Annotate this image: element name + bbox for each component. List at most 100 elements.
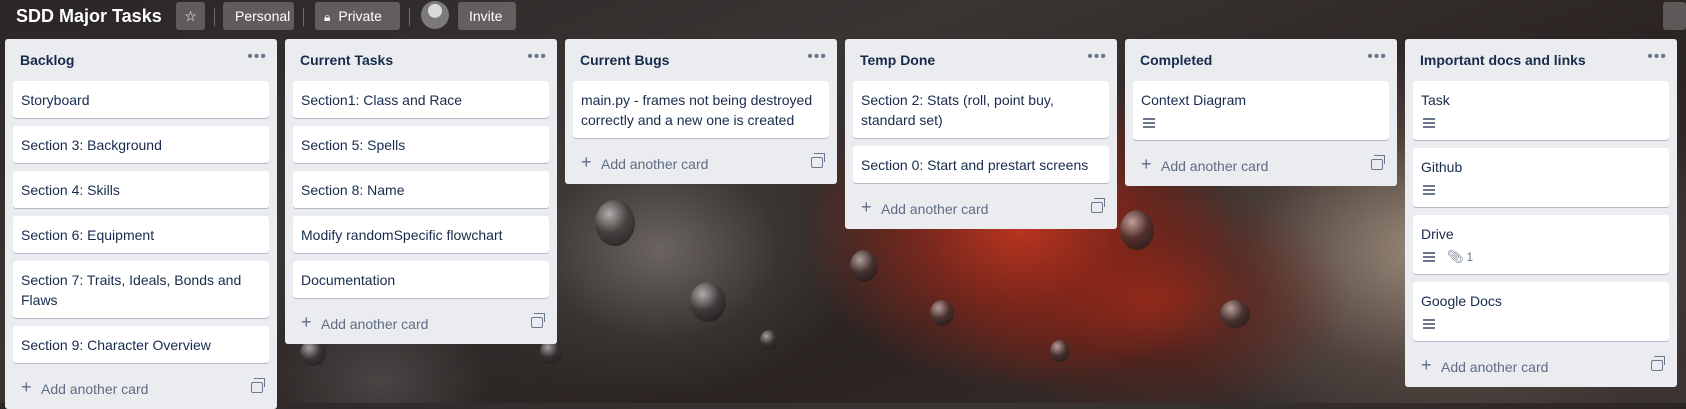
add-card-button[interactable]: + Add another card [573,146,829,184]
board-header: SDD Major Tasks ☆ Personal 🔒︎ Private Inv… [0,0,1686,34]
list-temp-done: Temp Done ••• Section 2: Stats (roll, po… [845,39,1117,229]
card[interactable]: Section 4: Skills [13,171,269,208]
more-options-icon[interactable]: ••• [1367,48,1387,66]
card-title: Modify randomSpecific flowchart [301,227,503,243]
list-title[interactable]: Completed [1140,52,1212,68]
add-card-button[interactable]: + Add another card [293,306,549,344]
invite-label: Invite [469,8,503,24]
card-title: Github [1421,159,1463,175]
list-title[interactable]: Backlog [20,52,74,68]
card[interactable]: Section1: Class and Race [293,81,549,118]
star-icon: ☆ [184,8,197,24]
header-divider [214,8,215,26]
list-important-docs: Important docs and links ••• Task Github… [1405,39,1677,387]
add-card-label: Add another card [1161,158,1269,174]
card[interactable]: Section 6: Equipment [13,216,269,253]
card[interactable]: Google Docs [1413,282,1669,341]
card-title: main.py - frames not being destroyed cor… [581,92,813,128]
card-title: Section 0: Start and prestart screens [861,157,1089,173]
card-template-icon[interactable] [1651,356,1665,371]
card-title: Section 2: Stats (roll, point buy, stand… [861,92,1054,128]
description-icon [1423,252,1435,262]
card[interactable]: main.py - frames not being destroyed cor… [573,81,829,138]
star-button[interactable]: ☆ [176,2,205,30]
list-title[interactable]: Current Tasks [300,52,393,68]
card[interactable]: Section 9: Character Overview [13,326,269,363]
card[interactable]: Section 2: Stats (roll, point buy, stand… [853,81,1109,138]
add-card-button[interactable]: + Add another card [13,371,269,409]
add-card-button[interactable]: + Add another card [853,191,1109,229]
card-title: Section1: Class and Race [301,92,463,108]
card[interactable]: Modify randomSpecific flowchart [293,216,549,253]
member-avatar[interactable] [421,1,449,29]
add-card-label: Add another card [601,156,709,172]
plus-icon: + [861,197,872,217]
list-completed: Completed ••• Context Diagram + Add anot… [1125,39,1397,186]
more-options-icon[interactable]: ••• [247,48,267,66]
add-card-button[interactable]: + Add another card [1413,349,1669,387]
card[interactable]: Context Diagram [1133,81,1389,140]
more-options-icon[interactable]: ••• [1087,48,1107,66]
card[interactable]: Section 3: Background [13,126,269,163]
card-title: Google Docs [1421,293,1502,309]
card-title: Documentation [301,272,396,288]
card[interactable]: Section 8: Name [293,171,549,208]
attachment-icon: 📎︎ [1447,249,1464,264]
more-options-icon[interactable]: ••• [527,48,547,66]
card[interactable]: Drive 📎︎ 1 [1413,215,1669,274]
plus-icon: + [1421,355,1432,375]
card-title: Storyboard [21,92,90,108]
description-icon [1143,118,1155,128]
card-template-icon[interactable] [251,378,265,393]
card-title: Section 3: Background [21,137,162,153]
card-template-icon[interactable] [1371,155,1385,170]
card-template-icon[interactable] [1091,198,1105,213]
list-title[interactable]: Current Bugs [580,52,669,68]
plus-icon: + [581,152,592,172]
add-card-label: Add another card [1441,359,1549,375]
card[interactable]: Github [1413,148,1669,207]
plus-icon: + [1141,154,1152,174]
more-options-icon[interactable]: ••• [1647,48,1667,66]
plus-icon: + [21,377,32,397]
description-icon [1423,319,1435,329]
list-current-tasks: Current Tasks ••• Section1: Class and Ra… [285,39,557,344]
card[interactable]: Task [1413,81,1669,140]
board-title[interactable]: SDD Major Tasks [16,3,162,29]
card-title: Section 9: Character Overview [21,337,211,353]
privacy-button[interactable]: 🔒︎ Private [315,2,400,30]
header-divider [303,8,304,26]
attachment-count: 1 [1466,250,1474,264]
description-icon [1423,118,1435,128]
add-card-label: Add another card [321,316,429,332]
list-title[interactable]: Important docs and links [1420,52,1586,68]
card-template-icon[interactable] [531,313,545,328]
card[interactable]: Documentation [293,261,549,298]
card-title: Section 4: Skills [21,182,120,198]
card-title: Task [1421,92,1450,108]
lock-icon: 🔒︎ [324,10,331,24]
list-current-bugs: Current Bugs ••• main.py - frames not be… [565,39,837,184]
invite-button[interactable]: Invite [458,2,516,30]
more-options-icon[interactable]: ••• [807,48,827,66]
privacy-label: Private [338,8,382,24]
card-title: Section 8: Name [301,182,405,198]
add-card-button[interactable]: + Add another card [1133,148,1389,186]
plus-icon: + [301,312,312,332]
card-title: Section 6: Equipment [21,227,155,243]
card-template-icon[interactable] [811,153,825,168]
card[interactable]: Storyboard [13,81,269,118]
header-divider [409,8,410,26]
card-title: Drive [1421,226,1454,242]
card[interactable]: Section 5: Spells [293,126,549,163]
add-card-label: Add another card [41,381,149,397]
card-title: Section 5: Spells [301,137,406,153]
list-title[interactable]: Temp Done [860,52,935,68]
add-card-label: Add another card [881,201,989,217]
card-title: Context Diagram [1141,92,1247,108]
card[interactable]: Section 7: Traits, Ideals, Bonds and Fla… [13,261,269,318]
description-icon [1423,185,1435,195]
show-menu-button[interactable] [1663,2,1686,30]
card[interactable]: Section 0: Start and prestart screens [853,146,1109,183]
team-visibility-button[interactable]: Personal [223,2,294,30]
